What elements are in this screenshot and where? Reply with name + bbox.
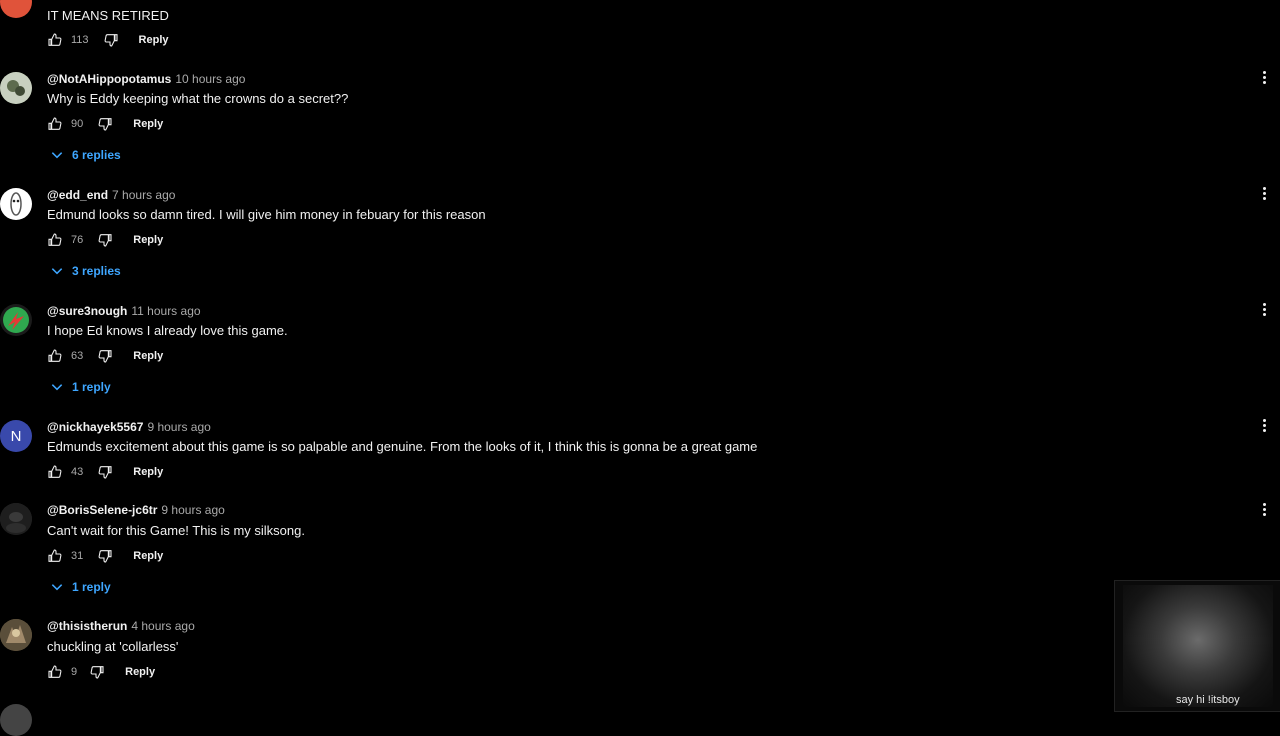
comment-text: Why is Eddy keeping what the crowns do a… [47, 91, 349, 106]
thumbs-down-icon[interactable] [97, 232, 113, 248]
webcam-caption: say hi !itsboy [1176, 694, 1240, 706]
like-count: 43 [71, 466, 84, 478]
avatar-letter: N [10, 427, 22, 445]
author-name[interactable]: @edd_end [47, 188, 108, 202]
like-count: 76 [71, 234, 84, 246]
comment-actions: 9 Reply [47, 662, 155, 682]
author-name[interactable]: @NotAHippopotamus [47, 72, 171, 86]
comment-text: Edmund looks so damn tired. I will give … [47, 207, 486, 222]
timestamp[interactable]: 9 hours ago [161, 503, 224, 517]
thumbs-up-icon[interactable] [47, 464, 63, 480]
thumbs-down-icon[interactable] [97, 548, 113, 564]
comment-actions: 76 Reply [47, 230, 163, 250]
avatar-image-icon [3, 307, 29, 333]
comment-text: Can't wait for this Game! This is my sil… [47, 523, 305, 538]
view-replies-button[interactable]: 1 reply [50, 377, 111, 397]
thumbs-down-icon[interactable] [97, 116, 113, 132]
more-options-icon[interactable] [1258, 301, 1270, 317]
timestamp[interactable]: 7 hours ago [112, 188, 175, 202]
comment-actions: 63 Reply [47, 346, 163, 366]
more-options-icon[interactable] [1258, 501, 1270, 517]
chevron-down-icon [51, 152, 63, 159]
comment-text: Edmunds excitement about this game is so… [47, 439, 758, 454]
avatar[interactable] [0, 619, 32, 651]
thumbs-up-icon[interactable] [47, 116, 63, 132]
comment-actions: 31 Reply [47, 546, 163, 566]
timestamp[interactable]: 4 hours ago [131, 619, 194, 633]
view-replies-button[interactable]: 6 replies [50, 145, 121, 165]
thumbs-down-icon[interactable] [97, 348, 113, 364]
view-replies-button[interactable]: 3 replies [50, 261, 121, 281]
comment-text: IT MEANS RETIRED [47, 8, 169, 23]
avatar[interactable] [0, 0, 32, 18]
comment-text: I hope Ed knows I already love this game… [47, 323, 288, 338]
like-count: 63 [71, 350, 84, 362]
comment-meta: @nickhayek5567 9 hours ago [47, 420, 211, 434]
comment-meta: @thisistherun 4 hours ago [47, 619, 195, 633]
replies-count: 1 reply [72, 380, 111, 394]
reply-button[interactable]: Reply [133, 118, 163, 130]
timestamp[interactable]: 11 hours ago [131, 304, 200, 318]
view-replies-button[interactable]: 1 reply [50, 577, 111, 597]
thumbs-down-icon[interactable] [89, 664, 105, 680]
thumbs-up-icon[interactable] [47, 548, 63, 564]
author-name[interactable]: @sure3nough [47, 304, 127, 318]
replies-count: 6 replies [72, 148, 121, 162]
comment-meta: @NotAHippopotamus 10 hours ago [47, 72, 245, 86]
avatar[interactable]: N [0, 420, 32, 452]
thumbs-down-icon[interactable] [103, 32, 119, 48]
comment-meta: @edd_end 7 hours ago [47, 188, 175, 202]
more-options-icon[interactable] [1258, 417, 1270, 433]
like-count: 90 [71, 118, 84, 130]
reply-button[interactable]: Reply [133, 350, 163, 362]
avatar-image-icon [10, 192, 22, 216]
chevron-down-icon [51, 584, 63, 591]
avatar[interactable] [0, 72, 32, 104]
like-count: 31 [71, 550, 84, 562]
comment-text: chuckling at 'collarless' [47, 639, 179, 654]
avatar-image-icon [0, 503, 32, 535]
chevron-down-icon [51, 268, 63, 275]
thumbs-up-icon[interactable] [47, 664, 63, 680]
webcam-feed [1123, 585, 1273, 707]
avatar[interactable] [0, 304, 32, 336]
replies-count: 3 replies [72, 264, 121, 278]
comment-actions: 113 Reply [47, 30, 169, 50]
reply-button[interactable]: Reply [133, 550, 163, 562]
thumbs-up-icon[interactable] [47, 348, 63, 364]
thumbs-up-icon[interactable] [47, 32, 63, 48]
author-name[interactable]: @BorisSelene-jc6tr [47, 503, 157, 517]
timestamp[interactable]: 9 hours ago [147, 420, 210, 434]
replies-count: 1 reply [72, 580, 111, 594]
comment-actions: 43 Reply [47, 462, 163, 482]
comment-meta: @sure3nough 11 hours ago [47, 304, 201, 318]
like-count: 9 [71, 666, 78, 678]
like-count: 113 [71, 34, 89, 46]
timestamp[interactable]: 10 hours ago [175, 72, 245, 86]
more-options-icon[interactable] [1258, 185, 1270, 201]
chevron-down-icon [51, 384, 63, 391]
author-name[interactable]: @thisistherun [47, 619, 127, 633]
avatar[interactable] [0, 704, 32, 736]
reply-button[interactable]: Reply [139, 34, 169, 46]
comment-meta: @BorisSelene-jc6tr 9 hours ago [47, 503, 225, 517]
thumbs-down-icon[interactable] [97, 464, 113, 480]
reply-button[interactable]: Reply [125, 666, 155, 678]
avatar-image-icon [0, 72, 32, 104]
avatar[interactable] [0, 503, 32, 535]
avatar-image-icon [0, 619, 32, 651]
avatar[interactable] [0, 188, 32, 220]
comment-actions: 90 Reply [47, 114, 163, 134]
reply-button[interactable]: Reply [133, 466, 163, 478]
reply-button[interactable]: Reply [133, 234, 163, 246]
webcam-overlay [1114, 580, 1280, 712]
thumbs-up-icon[interactable] [47, 232, 63, 248]
more-options-icon[interactable] [1258, 69, 1270, 85]
author-name[interactable]: @nickhayek5567 [47, 420, 143, 434]
